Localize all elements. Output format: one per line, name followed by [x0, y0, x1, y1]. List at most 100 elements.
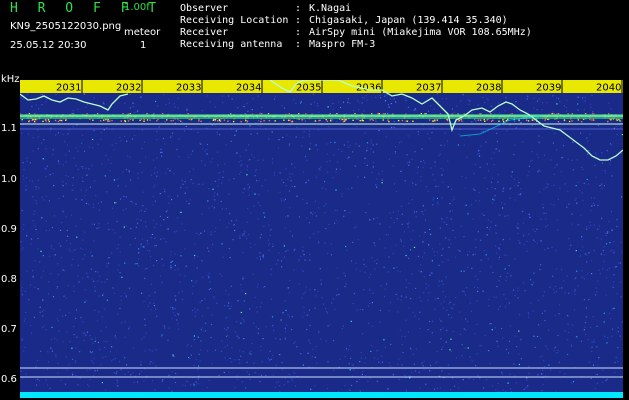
noise-dot	[262, 256, 264, 258]
noise-dot	[208, 277, 210, 279]
noise-dot	[390, 217, 392, 219]
noise-dot	[498, 102, 500, 104]
noise-dot	[184, 229, 186, 231]
noise-dot	[460, 100, 462, 102]
noise-dot	[371, 345, 373, 347]
noise-dot	[293, 99, 295, 101]
noise-dot	[472, 379, 475, 381]
noise-dot	[492, 385, 494, 387]
noise-dot	[509, 238, 511, 240]
noise-dot	[451, 210, 454, 212]
noise-dot	[201, 276, 204, 278]
noise-dot	[441, 261, 444, 263]
noise-dot	[553, 349, 555, 351]
noise-dot	[289, 124, 291, 126]
noise-dot	[139, 373, 141, 375]
noise-dot	[198, 183, 200, 185]
noise-dot	[228, 302, 230, 304]
noise-dot	[558, 98, 560, 100]
noise-dot	[161, 380, 163, 382]
noise-dot	[66, 331, 68, 333]
noise-dot	[445, 341, 447, 343]
noise-dot	[310, 212, 312, 214]
carrier-dot	[283, 119, 285, 121]
noise-dot	[303, 311, 305, 313]
noise-dot	[57, 132, 60, 134]
noise-dot	[247, 110, 249, 112]
noise-dot	[427, 329, 429, 331]
noise-dot	[269, 350, 271, 352]
noise-dot	[189, 199, 191, 201]
noise-dot	[421, 362, 423, 364]
noise-dot	[84, 301, 86, 303]
noise-dot	[132, 106, 134, 108]
noise-dot	[43, 167, 45, 169]
noise-dot	[267, 357, 269, 359]
noise-dot	[65, 356, 67, 358]
noise-dot	[428, 285, 430, 287]
carrier-dot	[483, 118, 485, 121]
noise-dot	[124, 336, 126, 338]
noise-dot	[606, 269, 608, 271]
noise-dot	[72, 109, 74, 112]
noise-dot	[383, 339, 385, 341]
noise-dot	[271, 158, 274, 160]
noise-dot	[336, 267, 338, 269]
noise-dot	[248, 373, 250, 376]
noise-dot	[463, 235, 465, 238]
app-version: 1.00f	[124, 2, 150, 13]
noise-dot	[305, 182, 307, 184]
noise-dot	[324, 242, 326, 244]
noise-dot	[168, 374, 170, 376]
noise-dot	[146, 267, 148, 270]
noise-dot	[423, 360, 425, 362]
noise-dot	[146, 208, 148, 210]
carrier-dot	[120, 120, 122, 122]
noise-dot	[374, 244, 376, 247]
noise-dot	[348, 156, 350, 158]
noise-dot	[106, 127, 108, 129]
noise-dot	[116, 220, 118, 223]
noise-dot	[320, 166, 322, 168]
noise-dot	[96, 227, 98, 229]
carrier-dot	[591, 119, 593, 121]
noise-dot	[49, 255, 51, 257]
noise-dot	[526, 240, 528, 242]
noise-dot	[407, 106, 409, 108]
noise-dot	[462, 379, 464, 381]
noise-dot	[268, 249, 270, 251]
noise-dot	[56, 339, 58, 341]
noise-dot	[73, 285, 75, 287]
noise-dot	[190, 179, 192, 181]
y-tick-1.0: 1.0	[1, 174, 17, 185]
carrier-dot	[59, 119, 61, 122]
noise-dot	[370, 350, 372, 352]
carrier-dot	[232, 120, 235, 123]
noise-dot	[272, 355, 274, 357]
noise-dot	[456, 105, 458, 107]
noise-dot	[610, 318, 612, 320]
noise-dot	[34, 225, 36, 227]
noise-dot	[171, 390, 173, 392]
noise-dot	[283, 199, 285, 201]
noise-dot	[443, 221, 446, 223]
noise-dot	[403, 245, 405, 247]
noise-dot	[493, 199, 495, 201]
noise-dot	[583, 299, 585, 301]
noise-dot	[94, 286, 96, 288]
noise-dot	[150, 309, 152, 311]
noise-dot	[416, 172, 419, 174]
noise-dot	[119, 236, 121, 238]
noise-dot	[79, 377, 81, 379]
noise-dot	[194, 311, 197, 313]
noise-dot	[242, 192, 244, 194]
noise-dot	[429, 341, 431, 343]
noise-dot	[407, 331, 410, 333]
carrier-dot	[525, 119, 528, 121]
noise-dot	[552, 275, 554, 277]
noise-dot	[537, 374, 539, 376]
noise-dot	[486, 163, 488, 165]
noise-dot	[437, 297, 439, 299]
noise-dot	[220, 200, 222, 202]
noise-dot	[498, 280, 500, 282]
